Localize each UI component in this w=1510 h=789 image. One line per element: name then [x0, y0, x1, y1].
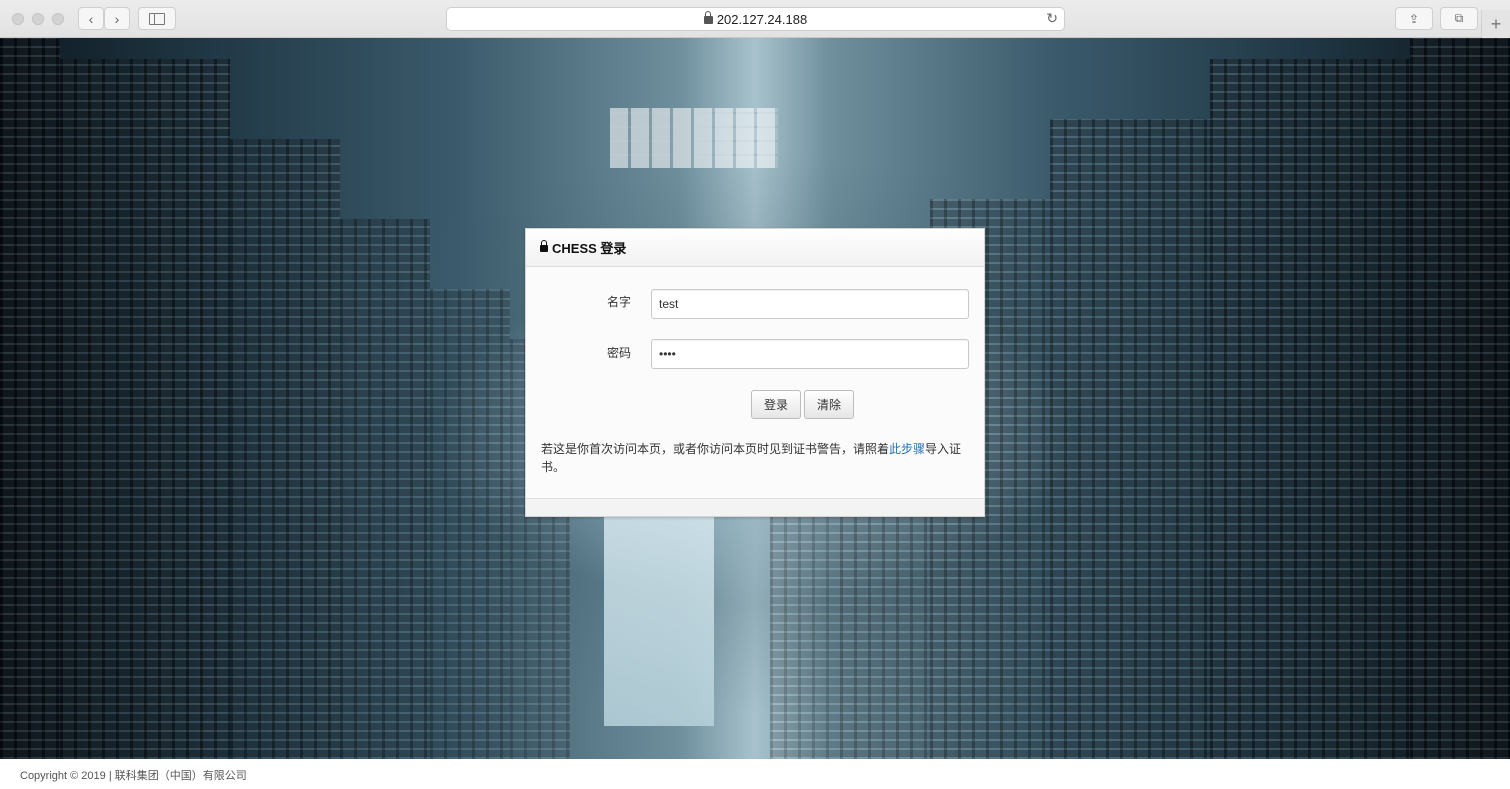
- server-rack: [0, 38, 60, 759]
- password-label: 密码: [606, 346, 631, 360]
- server-rack: [430, 289, 510, 759]
- clear-button[interactable]: 清除: [804, 390, 854, 419]
- reload-icon[interactable]: ↻: [1046, 10, 1058, 27]
- new-tab-button[interactable]: +: [1481, 10, 1510, 38]
- login-title: CHESS 登录: [552, 241, 627, 256]
- browser-toolbar: ‹ › 202.127.24.188 ↻ ⇪ ⧉ +: [0, 0, 1510, 38]
- copyright-footer: Copyright © 2019 | 联科集团（中国）有限公司: [20, 770, 247, 782]
- name-input[interactable]: [651, 289, 969, 319]
- password-input[interactable]: [651, 339, 969, 369]
- login-panel-footer: [526, 498, 984, 516]
- server-rack: [1210, 59, 1410, 759]
- login-panel: CHESS 登录 名字 密码 登录 清除 若这是你首次访问本页，或者你访问本页时…: [525, 228, 985, 517]
- window-zoom-button[interactable]: [52, 13, 64, 25]
- window-minimize-button[interactable]: [32, 13, 44, 25]
- lock-icon: [540, 240, 548, 252]
- sidebar-icon: [149, 12, 165, 25]
- corridor-door: [604, 516, 714, 726]
- note-text: 若这是你首次访问本页，或者你访问本页时见到证书警告，请照着: [541, 442, 890, 456]
- server-rack: [1050, 119, 1210, 759]
- share-button[interactable]: ⇪: [1395, 7, 1433, 30]
- forward-button[interactable]: ›: [104, 7, 130, 30]
- plus-icon: +: [1490, 14, 1502, 34]
- server-rack: [230, 139, 340, 759]
- server-rack: [1410, 38, 1510, 759]
- window-close-button[interactable]: [12, 13, 24, 25]
- certificate-note: 若这是你首次访问本页，或者你访问本页时见到证书警告，请照着此步骤导入证书。: [541, 440, 969, 476]
- address-bar[interactable]: 202.127.24.188 ↻: [446, 7, 1065, 31]
- url-text: 202.127.24.188: [716, 11, 808, 27]
- login-button[interactable]: 登录: [751, 390, 801, 419]
- chevron-left-icon: ‹: [88, 10, 94, 27]
- back-button[interactable]: ‹: [78, 7, 104, 30]
- server-rack: [340, 219, 430, 759]
- sidebar-toggle-button[interactable]: [138, 7, 176, 30]
- chevron-right-icon: ›: [114, 10, 120, 27]
- login-panel-header: CHESS 登录: [526, 229, 984, 267]
- name-label: 名字: [606, 295, 631, 309]
- server-rack: [60, 59, 230, 759]
- tabs-icon: ⧉: [1454, 11, 1464, 25]
- tabs-overview-button[interactable]: ⧉: [1440, 7, 1478, 30]
- certificate-steps-link[interactable]: 此步骤: [889, 442, 925, 456]
- ceiling-light: [610, 108, 778, 168]
- lock-icon: [703, 11, 713, 24]
- share-icon: ⇪: [1408, 11, 1420, 26]
